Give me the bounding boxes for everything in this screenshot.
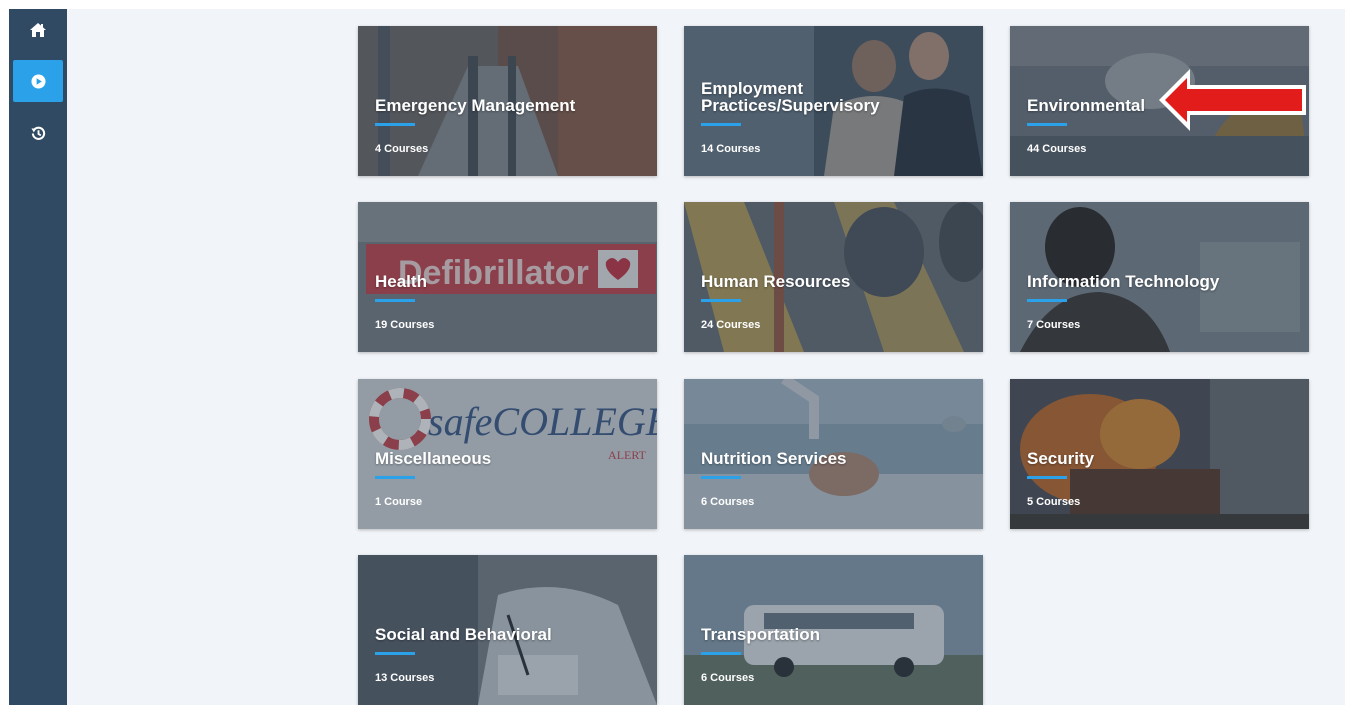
card-course-count: 24 Courses — [701, 319, 761, 331]
card-accent-bar — [375, 299, 415, 302]
card-title: Social and Behavioral — [375, 625, 552, 644]
category-card-social-and-behavioral[interactable]: Social and Behavioral 13 Courses — [358, 555, 657, 705]
history-icon — [30, 126, 46, 141]
nav-courses[interactable] — [13, 60, 63, 102]
card-title: Nutrition Services — [701, 449, 847, 468]
card-accent-bar — [375, 652, 415, 655]
card-course-count: 6 Courses — [701, 496, 755, 508]
card-accent-bar — [701, 299, 741, 302]
app-frame: Emergency Management 4 Courses Employmen… — [9, 9, 1345, 705]
card-title: Transportation — [701, 625, 821, 644]
category-card-health[interactable]: Defibrillator Health 19 Courses — [358, 202, 657, 352]
card-title: Miscellaneous — [375, 449, 492, 468]
category-card-information-technology[interactable]: Information Technology 7 Courses — [1010, 202, 1309, 352]
sidebar — [9, 9, 67, 705]
card-title: Information Technology — [1027, 272, 1220, 291]
category-card-employment-practices[interactable]: Employment Practices/Supervisory 14 Cour… — [684, 26, 983, 176]
card-course-count: 14 Courses — [701, 143, 761, 155]
card-accent-bar — [701, 476, 741, 479]
card-accent-bar — [701, 123, 741, 126]
card-course-count: 7 Courses — [1027, 319, 1081, 331]
card-accent-bar — [375, 123, 415, 126]
card-accent-bar — [1027, 476, 1067, 479]
card-title: Security — [1027, 449, 1095, 468]
card-course-count: 6 Courses — [701, 672, 755, 684]
red-arrow-annotation — [1159, 69, 1306, 131]
category-card-human-resources[interactable]: Human Resources 24 Courses — [684, 202, 983, 352]
card-title: Health — [375, 272, 427, 291]
nav-history[interactable] — [13, 112, 63, 154]
card-course-count: 4 Courses — [375, 143, 429, 155]
card-course-count: 5 Courses — [1027, 496, 1081, 508]
card-title: Emergency Management — [375, 96, 576, 115]
card-course-count: 44 Courses — [1027, 143, 1087, 155]
card-accent-bar — [1027, 123, 1067, 126]
card-accent-bar — [1027, 299, 1067, 302]
card-course-count: 1 Course — [375, 496, 423, 508]
card-course-count: 13 Courses — [375, 672, 435, 684]
nav-home[interactable] — [13, 9, 63, 51]
card-title: Employment Practices/Supervisory — [701, 79, 880, 115]
card-course-count: 19 Courses — [375, 319, 435, 331]
card-accent-bar — [701, 652, 741, 655]
home-icon — [30, 23, 46, 37]
play-circle-icon — [30, 73, 46, 89]
card-title: Human Resources — [701, 272, 851, 291]
card-accent-bar — [375, 476, 415, 479]
category-card-emergency-management[interactable]: Emergency Management 4 Courses — [358, 26, 657, 176]
category-card-security[interactable]: Security 5 Courses — [1010, 379, 1309, 529]
category-card-nutrition-services[interactable]: Nutrition Services 6 Courses — [684, 379, 983, 529]
category-card-miscellaneous[interactable]: safeCOLLEGES ALERT Miscellaneous 1 Cours… — [358, 379, 657, 529]
category-card-transportation[interactable]: Transportation 6 Courses — [684, 555, 983, 705]
